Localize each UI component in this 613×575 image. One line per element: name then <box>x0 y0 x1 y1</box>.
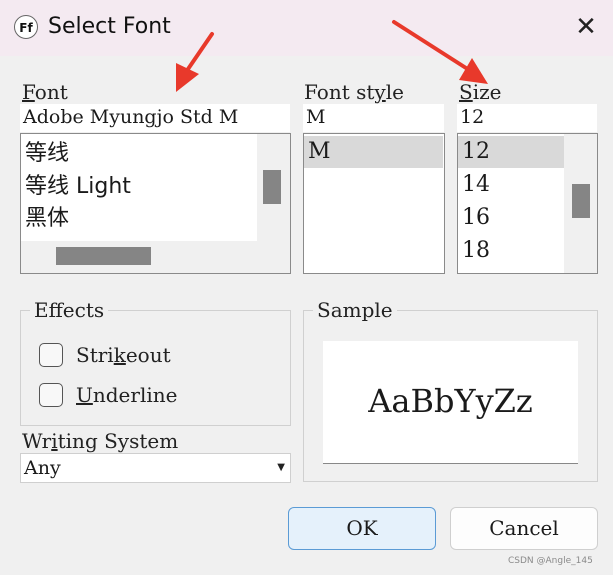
annotation-arrow-icon <box>392 20 488 84</box>
annotation-arrows <box>176 20 488 92</box>
annotation-arrow-icon <box>176 32 214 92</box>
watermark: CSDN @Angle_145 <box>508 556 593 566</box>
